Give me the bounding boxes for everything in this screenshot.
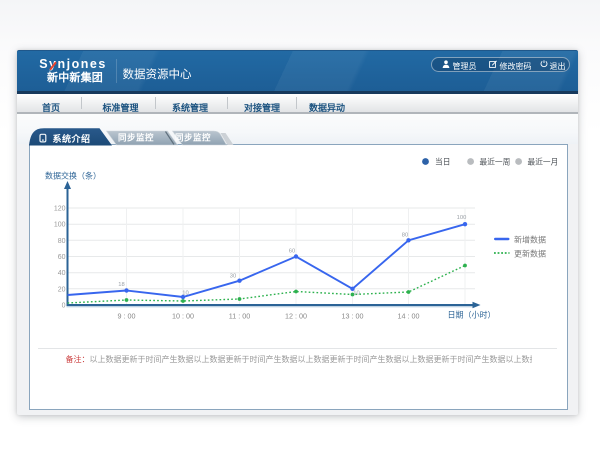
svg-text:最近一月: 最近一月 [528, 157, 559, 167]
svg-text:120: 120 [54, 206, 66, 213]
svg-text:100: 100 [54, 222, 66, 229]
svg-text:0: 0 [62, 303, 66, 310]
svg-text:11 : 00: 11 : 00 [229, 312, 250, 321]
svg-text:10: 10 [182, 291, 188, 297]
svg-text:10 : 00: 10 : 00 [172, 312, 194, 321]
svg-text:最近一周: 最近一周 [480, 157, 511, 167]
svg-text:20: 20 [58, 286, 66, 293]
svg-text:当日: 当日 [435, 157, 450, 167]
svg-text:9 : 00: 9 : 00 [118, 312, 136, 321]
svg-text:系统介绍: 系统介绍 [53, 133, 91, 144]
svg-text:同步监控: 同步监控 [175, 133, 211, 143]
svg-text:60: 60 [58, 254, 66, 261]
svg-text:40: 40 [58, 270, 66, 277]
svg-text:同步监控: 同步监控 [118, 133, 154, 143]
svg-text:日期（小时）: 日期（小时） [448, 310, 496, 320]
svg-text:18: 18 [118, 282, 124, 288]
svg-text:60: 60 [289, 249, 295, 255]
svg-text:新增数据: 新增数据 [514, 235, 546, 245]
svg-text:10: 10 [353, 291, 359, 297]
svg-text:80: 80 [402, 233, 408, 239]
svg-text:数据交换（条）: 数据交换（条） [45, 171, 101, 181]
svg-text:100: 100 [457, 215, 467, 221]
svg-text:13 : 00: 13 : 00 [342, 312, 364, 321]
svg-text:80: 80 [58, 238, 66, 245]
svg-text:12 : 00: 12 : 00 [285, 312, 307, 321]
svg-text:14 : 00: 14 : 00 [398, 312, 420, 321]
svg-text:30: 30 [230, 274, 236, 280]
svg-text:更新数据: 更新数据 [514, 249, 546, 259]
